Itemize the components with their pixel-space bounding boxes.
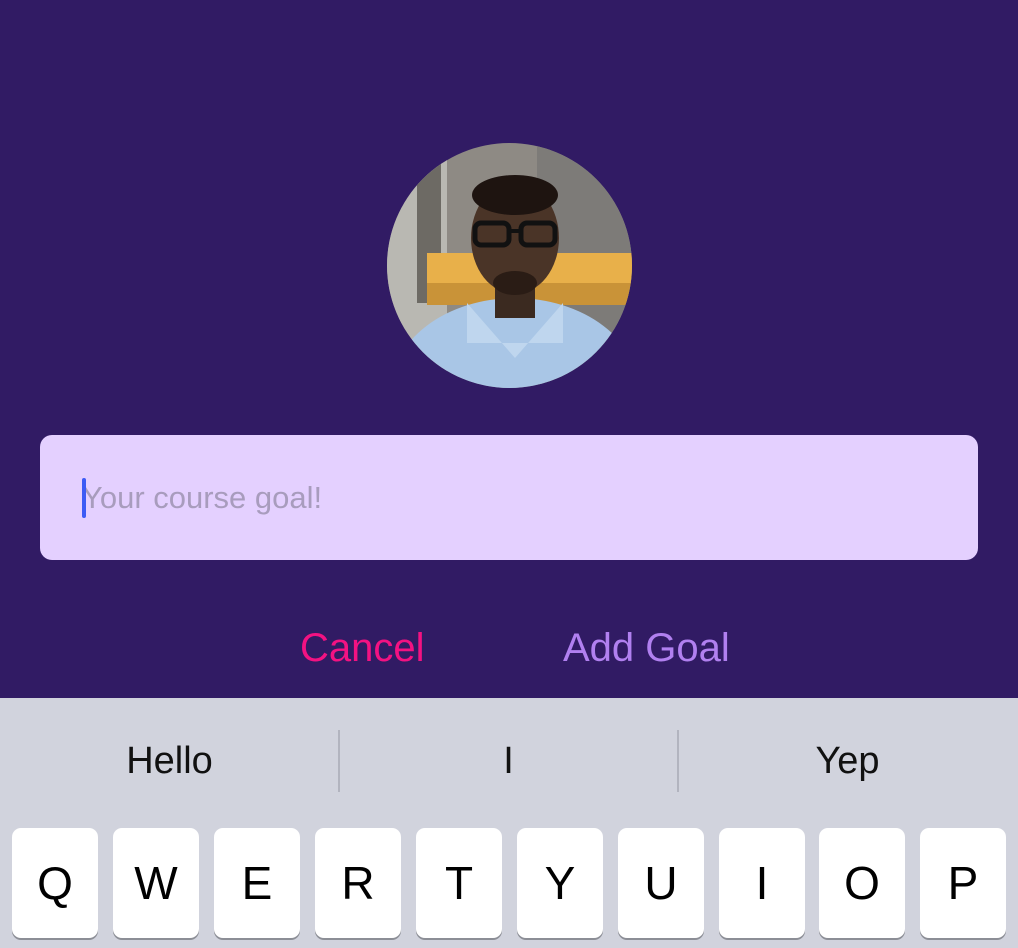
profile-photo-icon (387, 143, 632, 388)
goal-input[interactable] (40, 435, 978, 560)
add-goal-button[interactable]: Add Goal (563, 620, 730, 676)
key-p[interactable]: P (920, 828, 1006, 938)
suggestion-bar: Hello I Yep (0, 698, 1018, 826)
text-caret (82, 478, 86, 518)
key-r[interactable]: R (315, 828, 401, 938)
key-w[interactable]: W (113, 828, 199, 938)
avatar (387, 143, 632, 388)
suggestion-item[interactable]: I (339, 728, 678, 794)
cancel-button[interactable]: Cancel (300, 620, 425, 676)
key-i[interactable]: I (719, 828, 805, 938)
key-o[interactable]: O (819, 828, 905, 938)
action-buttons: Cancel Add Goal (0, 620, 1018, 676)
suggestion-item[interactable]: Hello (0, 728, 339, 794)
key-q[interactable]: Q (12, 828, 98, 938)
suggestion-item[interactable]: Yep (678, 728, 1017, 794)
keyboard-row-top: Q W E R T Y U I O P (0, 828, 1018, 943)
keyboard: Hello I Yep Q W E R T Y U I O P (0, 698, 1018, 948)
key-u[interactable]: U (618, 828, 704, 938)
key-e[interactable]: E (214, 828, 300, 938)
key-t[interactable]: T (416, 828, 502, 938)
key-y[interactable]: Y (517, 828, 603, 938)
add-goal-screen: Cancel Add Goal Hello I Yep Q W E R T Y … (0, 0, 1018, 948)
